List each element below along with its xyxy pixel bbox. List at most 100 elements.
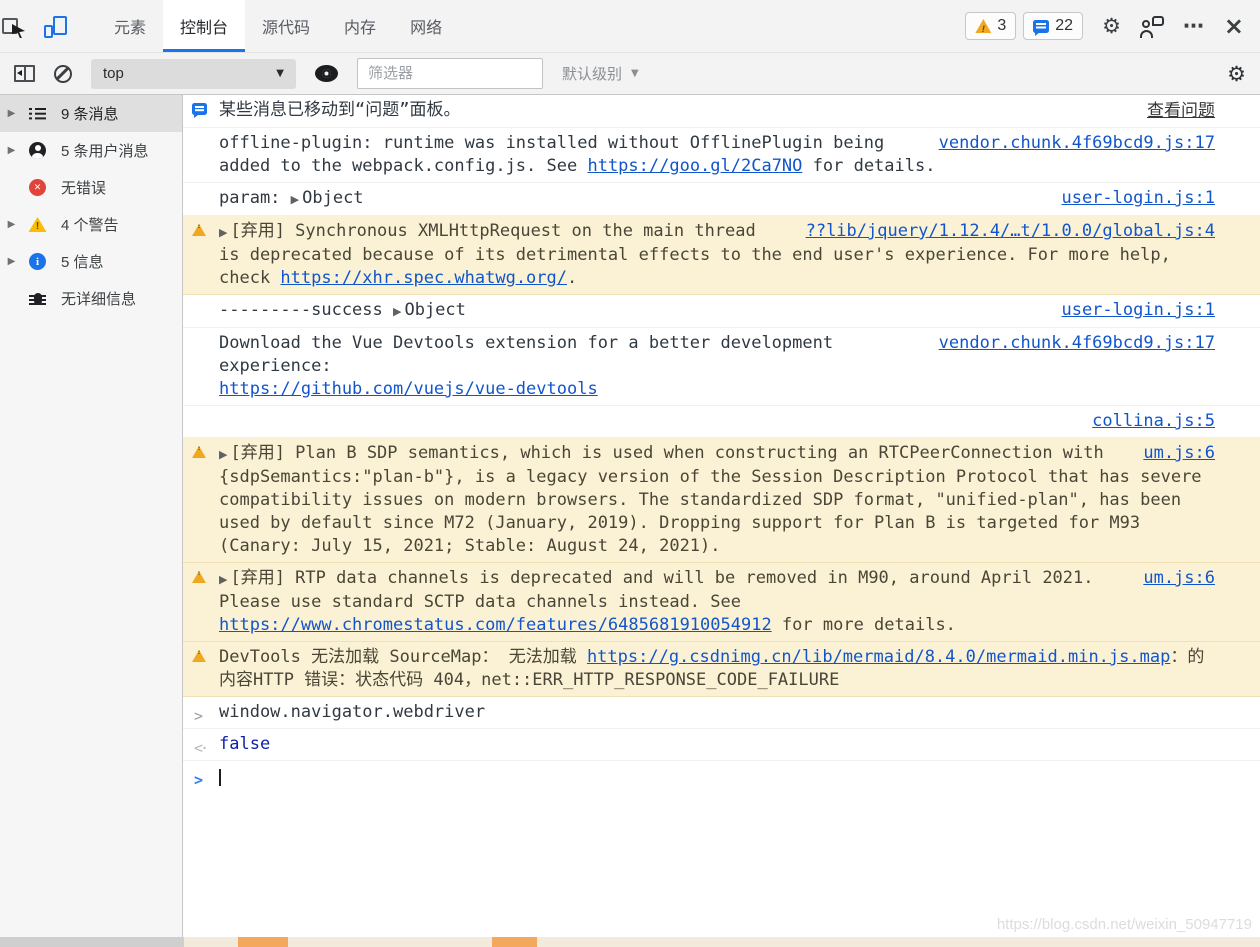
object-label: Object — [302, 188, 363, 208]
source-location-link[interactable]: vendor.chunk.4f69bcd9.js:17 — [939, 333, 1215, 353]
sidebar-item-4[interactable]: ▶ 5 信息 — [0, 243, 182, 280]
source-location-link[interactable]: user-login.js:1 — [1061, 188, 1215, 208]
issue-badges: 3 22 — [965, 12, 1083, 40]
source-location-link[interactable]: user-login.js:1 — [1061, 300, 1215, 320]
console-settings-gear-icon[interactable]: ⚙ — [1227, 62, 1246, 86]
message-text: window.navigator.webdriver — [219, 702, 485, 722]
sidebar-item-label: 5 信息 — [61, 251, 104, 272]
info-icon — [29, 253, 46, 270]
message-text: [弃用] Plan B SDP semantics, which is used… — [219, 443, 1202, 556]
user-icon — [29, 142, 46, 159]
message-content: window.navigator.webdriver — [219, 701, 1215, 724]
console-sidebar-toggle-icon[interactable] — [14, 65, 35, 82]
sidebar-item-label: 4 个警告 — [61, 214, 119, 235]
sidebar-item-2[interactable]: ▶无错误 — [0, 169, 182, 206]
message-link[interactable]: https://xhr.spec.whatwg.org/ — [280, 268, 567, 288]
sidebar-item-1[interactable]: ▶5 条用户消息 — [0, 132, 182, 169]
message-content: ??lib/jquery/1.12.4/…t/1.0.0/global.js:4… — [219, 220, 1215, 290]
console-sidebar: ▶9 条消息▶5 条用户消息▶无错误▶4 个警告▶5 信息▶无详细信息 — [0, 95, 183, 937]
feedback-icon[interactable] — [1140, 16, 1164, 37]
message-content: 查看问题某些消息已移动到“问题”面板。 — [219, 99, 1215, 123]
console-message-prompt: > — [183, 761, 1260, 792]
panel-tab-1[interactable]: 控制台 — [163, 0, 245, 52]
command-marker: > — [194, 705, 203, 728]
log-level-value: 默认级别 — [562, 63, 622, 84]
clear-console-icon[interactable] — [54, 65, 72, 83]
expand-arrow-icon[interactable]: ▶ — [219, 226, 227, 239]
source-location-link[interactable]: um.js:6 — [1143, 443, 1215, 463]
expand-arrow-icon[interactable]: ▶ — [393, 305, 401, 318]
console-message-warning: ??lib/jquery/1.12.4/…t/1.0.0/global.js:4… — [183, 216, 1260, 295]
expand-arrow-icon[interactable]: ▶ — [219, 448, 227, 461]
device-toolbar-icon[interactable] — [44, 16, 67, 37]
sidebar-item-3[interactable]: ▶ 4 个警告 — [0, 206, 182, 243]
expand-arrow-icon[interactable]: ▶ — [6, 256, 17, 267]
prompt-marker: > — [194, 769, 203, 792]
console-message-warning: DevTools 无法加载 SourceMap： 无法加载 https://g.… — [183, 642, 1260, 697]
log-level-selector[interactable]: 默认级别 ▼ — [562, 63, 639, 84]
console-messages-badge[interactable]: 22 — [1023, 12, 1083, 40]
panel-tab-2[interactable]: 源代码 — [245, 0, 327, 52]
source-location: vendor.chunk.4f69bcd9.js:17 — [939, 132, 1215, 155]
messages-count: 22 — [1055, 17, 1073, 35]
watermark: https://blog.csdn.net/weixin_50947719 — [997, 916, 1252, 933]
console-main: ▶9 条消息▶5 条用户消息▶无错误▶4 个警告▶5 信息▶无详细信息 查看问题… — [0, 95, 1260, 937]
message-content: user-login.js:1param: ▶Object — [219, 187, 1215, 211]
console-panel[interactable]: 查看问题某些消息已移动到“问题”面板。 vendor.chunk.4f69bcd9… — [183, 95, 1260, 937]
context-value: top — [103, 65, 124, 82]
javascript-context-selector[interactable]: top ▼ — [91, 59, 296, 89]
more-options-icon[interactable]: ⋯ — [1183, 16, 1205, 37]
panel-tab-4[interactable]: 网络 — [393, 0, 459, 52]
warnings-badge[interactable]: 3 — [965, 12, 1016, 40]
settings-gear-icon[interactable]: ⚙ — [1102, 16, 1121, 37]
source-location-link[interactable]: ??lib/jquery/1.12.4/…t/1.0.0/global.js:4 — [806, 221, 1215, 241]
console-messages: 查看问题某些消息已移动到“问题”面板。 vendor.chunk.4f69bcd9… — [183, 95, 1260, 792]
console-message-log: user-login.js:1---------success ▶Object — [183, 295, 1260, 328]
warning-icon — [29, 217, 47, 232]
close-icon[interactable]: × — [1224, 14, 1244, 38]
object-preview[interactable]: ▶Object — [393, 300, 466, 320]
message-content: vendor.chunk.4f69bcd9.js:17offline-plugi… — [219, 132, 1215, 178]
console-message-warning: um.js:6 ▶[弃用] Plan B SDP semantics, which… — [183, 438, 1260, 563]
source-location: um.js:6 — [1143, 442, 1215, 465]
source-location-link[interactable]: collina.js:5 — [1092, 411, 1215, 431]
tabbar-right-controls: 3 22 ⚙ ⋯ × — [965, 12, 1260, 40]
message-link[interactable]: https://www.chromestatus.com/features/64… — [219, 615, 772, 635]
expand-arrow-icon[interactable]: ▶ — [291, 193, 299, 206]
source-location: 查看问题 — [1147, 99, 1215, 123]
source-location-link[interactable]: 查看问题 — [1147, 101, 1215, 120]
console-message-result: <·false — [183, 729, 1260, 761]
result-value: false — [219, 734, 270, 754]
message-link[interactable]: https://goo.gl/2Ca7NO — [587, 156, 802, 176]
chevron-down-icon: ▼ — [631, 68, 639, 79]
console-message-info: 查看问题某些消息已移动到“问题”面板。 — [183, 95, 1260, 128]
message-link[interactable]: https://github.com/vuejs/vue-devtools — [219, 379, 598, 399]
message-text: for details. — [802, 156, 935, 176]
panel-tab-3[interactable]: 内存 — [327, 0, 393, 52]
message-content — [219, 765, 1215, 788]
object-preview[interactable]: ▶Object — [291, 188, 364, 208]
expand-arrow-icon[interactable]: ▶ — [6, 145, 17, 156]
message-link[interactable]: https://g.csdnimg.cn/lib/mermaid/8.4.0/m… — [587, 647, 1170, 667]
inspect-element-icon[interactable] — [2, 16, 22, 36]
source-location-link[interactable]: vendor.chunk.4f69bcd9.js:17 — [939, 133, 1215, 153]
warning-icon — [192, 650, 206, 662]
error-icon — [29, 179, 46, 196]
filter-input[interactable] — [357, 58, 543, 89]
sidebar-item-label: 无详细信息 — [61, 288, 136, 309]
message-content: collina.js:5 — [219, 410, 1215, 433]
panel-tab-0[interactable]: 元素 — [97, 0, 163, 52]
source-location-link[interactable]: um.js:6 — [1143, 568, 1215, 588]
live-expression-eye-icon[interactable] — [315, 65, 338, 82]
sidebar-item-0[interactable]: ▶9 条消息 — [0, 95, 182, 132]
expand-arrow-icon[interactable]: ▶ — [219, 573, 227, 586]
source-location: um.js:6 — [1143, 567, 1215, 590]
expand-arrow-icon[interactable]: ▶ — [6, 108, 17, 119]
expand-arrow-icon[interactable]: ▶ — [6, 219, 17, 230]
message-bubble-icon — [192, 103, 207, 115]
warning-icon — [192, 224, 206, 236]
page-strip-segment — [0, 937, 184, 947]
sidebar-item-5[interactable]: ▶无详细信息 — [0, 280, 182, 317]
devtools-window: 元素控制台源代码内存网络 3 22 ⚙ ⋯ × top ▼ — [0, 0, 1260, 947]
warning-icon — [192, 571, 206, 583]
